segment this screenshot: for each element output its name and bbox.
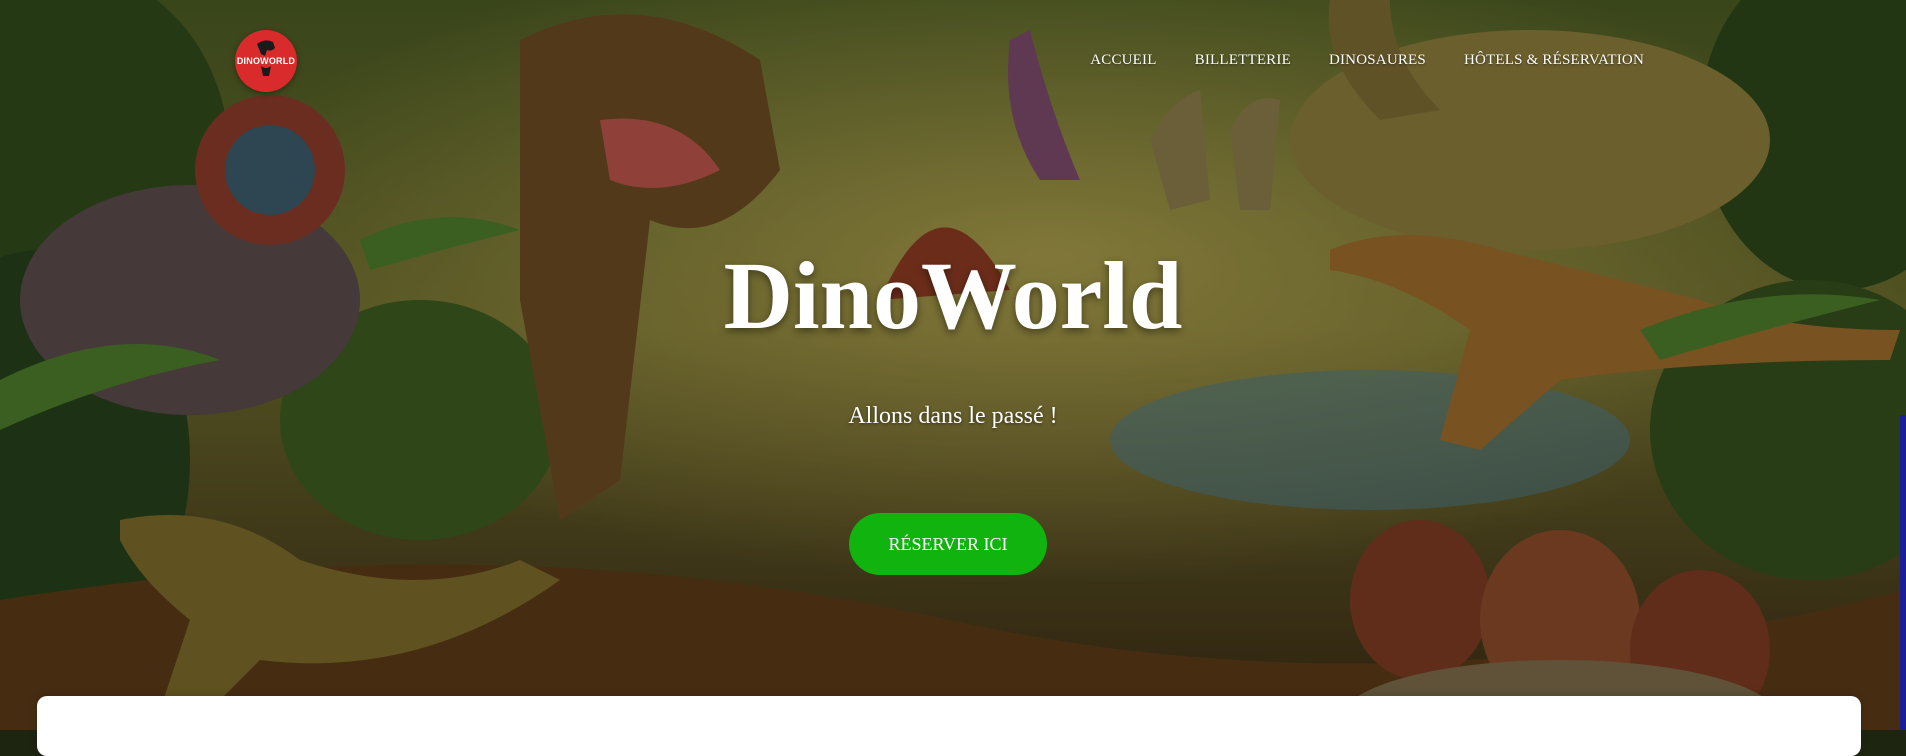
nav-item-billetterie[interactable]: BILLETTERIE: [1195, 52, 1291, 69]
main-nav: ACCUEIL BILLETTERIE DINOSAURES HÔTELS & …: [1052, 52, 1644, 69]
nav-item-dinosaures[interactable]: DINOSAURES: [1329, 52, 1426, 69]
hero-subtitle: Allons dans le passé !: [848, 403, 1058, 429]
reserve-button[interactable]: RÉSERVER ICI: [849, 513, 1047, 575]
nav-item-hotels-reservation[interactable]: HÔTELS & RÉSERVATION: [1464, 52, 1644, 69]
scrollbar[interactable]: [1900, 415, 1906, 730]
hero-title: DinoWorld: [723, 242, 1183, 349]
logo-text: DinoWorld: [236, 56, 296, 66]
site-logo[interactable]: DinoWorld: [235, 30, 297, 92]
hero-section: [0, 0, 1906, 730]
hero-background-image: [0, 0, 1906, 730]
nav-item-accueil[interactable]: ACCUEIL: [1090, 52, 1156, 69]
content-card: [37, 696, 1861, 756]
